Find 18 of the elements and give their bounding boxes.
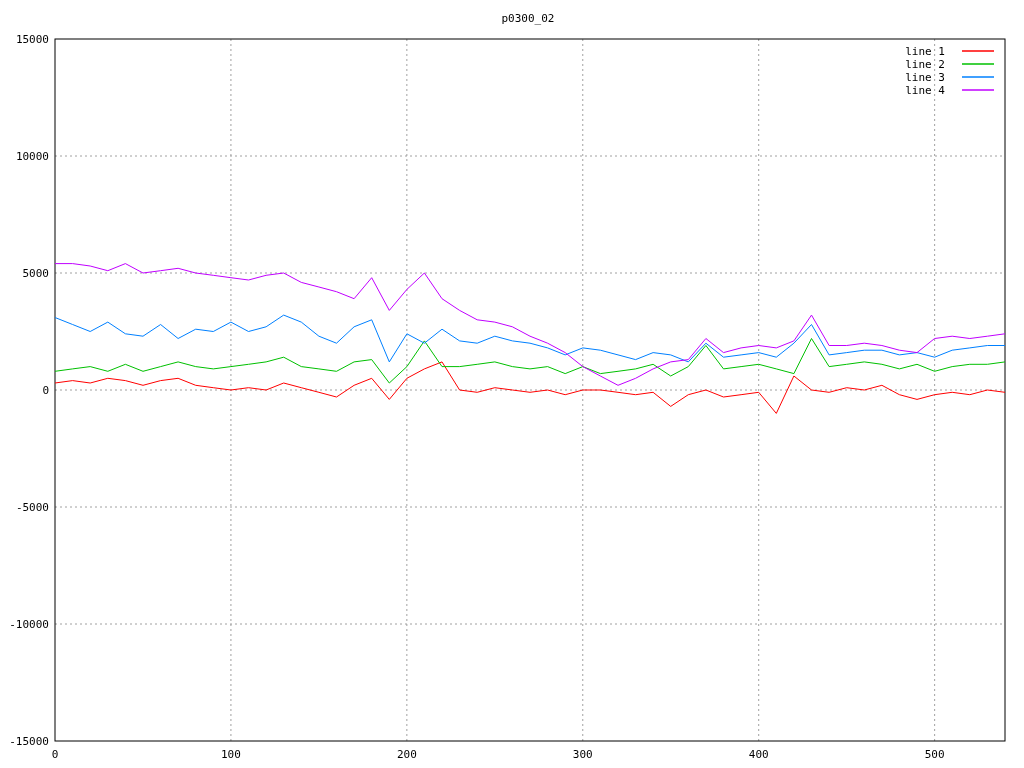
y-tick-label: 0: [42, 384, 49, 397]
x-tick-label: 200: [396, 748, 417, 761]
x-tick-label: 100: [221, 748, 241, 761]
y-tick-label: 10000: [15, 150, 49, 163]
x-tick-label: 300: [572, 748, 593, 761]
legend-label: line 3: [905, 71, 945, 84]
chart-title: p0300_02: [501, 12, 555, 25]
y-tick-label: 15000: [15, 33, 49, 46]
y-tick-label: 5000: [22, 267, 49, 280]
legend-label: line 1: [905, 45, 945, 58]
y-tick-label: -10000: [9, 618, 49, 631]
legend-label: line 2: [905, 58, 945, 71]
x-tick-label: 500: [924, 748, 945, 761]
y-tick-label: -15000: [9, 735, 49, 748]
x-tick-label: 400: [748, 748, 769, 761]
x-tick-label: 0: [51, 748, 59, 761]
legend-label: line 4: [905, 84, 945, 97]
y-tick-label: -5000: [15, 501, 49, 514]
